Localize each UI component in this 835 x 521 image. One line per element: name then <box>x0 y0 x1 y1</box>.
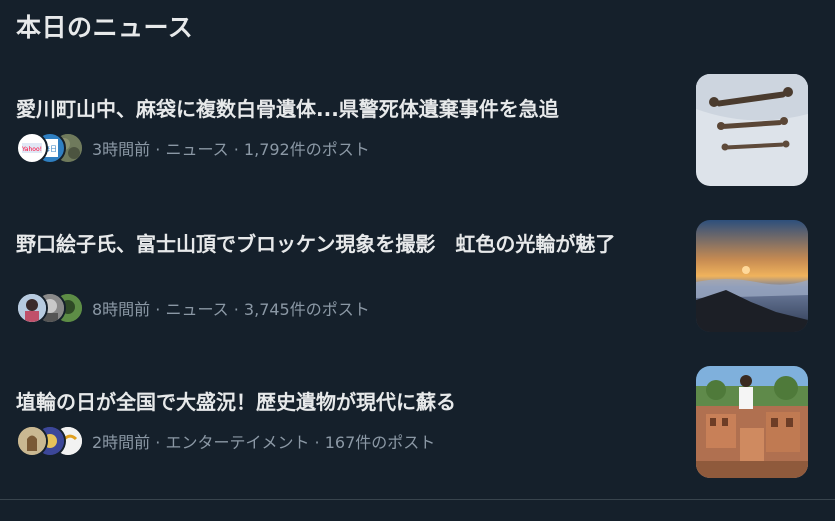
news-post-count: 3,745件のポスト <box>243 300 370 319</box>
avatar <box>16 292 48 324</box>
news-post-count: 1,792件のポスト <box>243 140 370 159</box>
news-meta-text: 2時間前 · エンターテイメント · 167件のポスト <box>92 433 436 452</box>
source-avatars <box>16 425 84 457</box>
news-item[interactable]: 愛川町山中、麻袋に複数白骨遺体...県警死体遺棄事件を急追 Yahoo! 毎日 … <box>0 0 835 190</box>
news-time: 3時間前 <box>92 140 151 159</box>
news-meta-text: 3時間前 · ニュース · 1,792件のポスト <box>92 140 370 159</box>
avatar <box>16 425 48 457</box>
news-item[interactable]: 埴輪の日が全国で大盛況！歴史遺物が現代に蘇る 2時間前 · エンターテイメント … <box>0 345 835 499</box>
news-item[interactable]: 野口絵子氏、富士山頂でブロッケン現象を撮影 虹色の光輪が魅了 8時間前 · ニュ… <box>0 190 835 345</box>
news-thumbnail[interactable] <box>696 220 808 332</box>
divider <box>0 499 835 500</box>
news-category: ニュース <box>165 300 229 319</box>
news-meta: 8時間前 · ニュース · 3,745件のポスト <box>16 292 370 324</box>
news-meta-text: 8時間前 · ニュース · 3,745件のポスト <box>92 300 370 319</box>
avatar: Yahoo! <box>16 132 48 164</box>
news-meta: Yahoo! 毎日 3時間前 · ニュース · 1,792件のポスト <box>16 132 370 164</box>
news-headline[interactable]: 野口絵子氏、富士山頂でブロッケン現象を撮影 虹色の光輪が魅了 <box>16 230 676 258</box>
source-avatars <box>16 292 84 324</box>
news-headline[interactable]: 愛川町山中、麻袋に複数白骨遺体...県警死体遺棄事件を急追 <box>16 95 676 123</box>
source-avatars: Yahoo! 毎日 <box>16 132 84 164</box>
news-time: 2時間前 <box>92 433 151 452</box>
news-category: エンターテイメント <box>165 433 310 452</box>
yahoo-logo-text: Yahoo! <box>21 146 42 153</box>
news-headline[interactable]: 埴輪の日が全国で大盛況！歴史遺物が現代に蘇る <box>16 388 676 416</box>
news-time: 8時間前 <box>92 300 151 319</box>
news-meta: 2時間前 · エンターテイメント · 167件のポスト <box>16 425 435 457</box>
news-thumbnail[interactable] <box>696 74 808 186</box>
news-thumbnail[interactable] <box>696 366 808 478</box>
news-category: ニュース <box>165 140 229 159</box>
news-post-count: 167件のポスト <box>324 433 436 452</box>
